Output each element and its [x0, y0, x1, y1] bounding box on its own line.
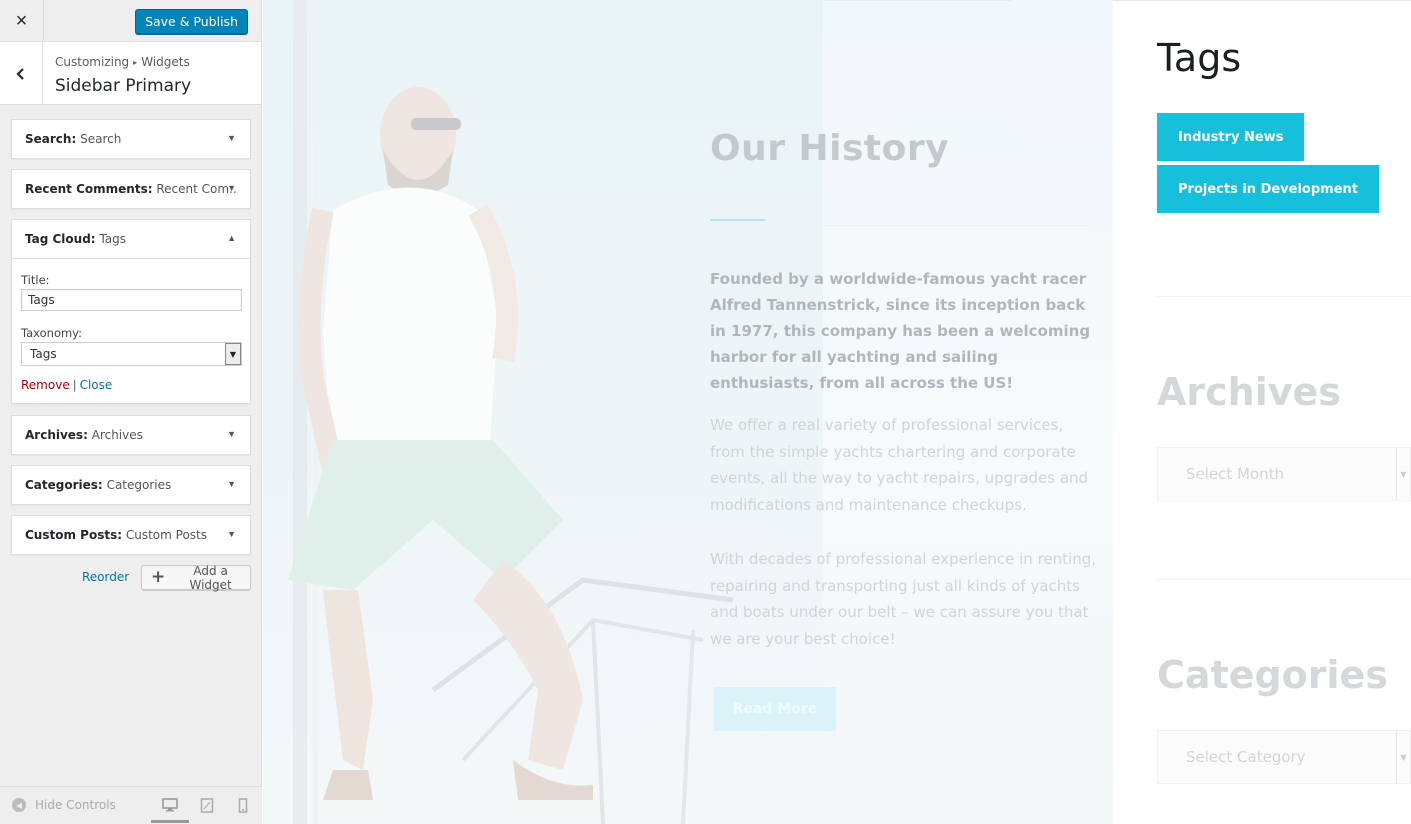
add-widget-label: Add a Widget [189, 563, 232, 592]
collapse-arrow-icon[interactable]: ▲ [227, 233, 236, 243]
widget-type: Custom Posts: [25, 528, 123, 542]
dropdown-arrow-icon: ▼ [1396, 731, 1410, 783]
history-lead-text: Founded by a worldwide-famous yacht race… [710, 270, 1091, 392]
archives-select[interactable]: Select Month ▼ [1157, 447, 1411, 501]
widget-search: Search: Search ▼ [11, 119, 251, 159]
widget-header[interactable]: Recent Comments: Recent Com... ▼ [12, 170, 250, 208]
site-sidebar: Tags Industry News Projects in Developme… [1113, 0, 1411, 824]
history-paragraph-2: With decades of professional experience … [710, 550, 1096, 648]
title-accent-bar [710, 219, 765, 221]
archives-widget-title: Archives [1157, 370, 1341, 414]
close-link[interactable]: Close [80, 378, 113, 392]
add-widget-button[interactable]: + Add a Widget [141, 563, 251, 592]
close-icon[interactable]: × [0, 0, 44, 42]
breadcrumb-current: Widgets [141, 55, 190, 69]
tag-projects-in-development[interactable]: Projects in Development [1157, 165, 1379, 213]
mobile-preview-icon[interactable] [233, 795, 253, 815]
widget-type: Recent Comments: [25, 182, 153, 196]
widget-title: Search [80, 132, 122, 146]
remove-link[interactable]: Remove [21, 378, 70, 392]
widget-header[interactable]: Tag Cloud: Tags ▲ [12, 220, 250, 258]
history-section: Our History Founded by a worldwide-famou… [710, 128, 1100, 731]
categories-select-value: Select Category [1186, 748, 1306, 766]
taxonomy-label: Taxonomy: [21, 326, 83, 340]
history-title: Our History [710, 128, 950, 169]
customizer-header: × Save & Publish [0, 0, 261, 42]
widget-type: Archives: [25, 428, 88, 442]
expand-arrow-icon[interactable]: ▼ [227, 479, 236, 489]
hide-controls-button[interactable]: ◀ Hide Controls [12, 798, 116, 812]
sidebar-divider [1157, 579, 1411, 580]
widget-archives: Archives: Archives ▼ [11, 415, 251, 455]
widget-header[interactable]: Search: Search ▼ [12, 120, 250, 158]
widget-title: Custom Posts [125, 528, 207, 542]
section-title: Sidebar Primary [55, 76, 192, 96]
widget-title: Archives [91, 428, 143, 442]
history-hero: Our History Founded by a worldwide-famou… [263, 0, 1113, 824]
hide-controls-label: Hide Controls [35, 798, 116, 812]
title-input[interactable] [21, 289, 242, 311]
tags-widget-title: Tags [1157, 36, 1242, 80]
tablet-preview-icon[interactable] [197, 795, 217, 815]
widget-type: Tag Cloud: [25, 232, 96, 246]
widget-recent-comments: Recent Comments: Recent Com... ▼ [11, 169, 251, 209]
widget-header[interactable]: Archives: Archives ▼ [12, 416, 250, 454]
widget-type: Search: [25, 132, 77, 146]
collapse-circle-icon: ◀ [12, 798, 26, 812]
sidebar-top-line [1113, 0, 1411, 1]
widget-categories: Categories: Categories ▼ [11, 465, 251, 505]
plus-icon: + [151, 567, 166, 587]
breadcrumb-root: Customizing [55, 55, 130, 69]
widget-area-actions: Reorder + Add a Widget [0, 563, 262, 592]
dropdown-arrow-icon[interactable]: ▼ [225, 343, 241, 365]
archives-select-value: Select Month [1186, 465, 1285, 483]
history-paragraph-1: We offer a real variety of professional … [710, 416, 1089, 514]
widget-header[interactable]: Custom Posts: Custom Posts ▼ [12, 516, 250, 554]
categories-widget-title: Categories [1157, 653, 1388, 697]
reorder-link[interactable]: Reorder [82, 570, 129, 584]
customizer-panel: × Save & Publish Customizing ▸ Widgets Sid… [0, 0, 262, 824]
expand-arrow-icon[interactable]: ▼ [227, 429, 236, 439]
widget-tag-cloud: Tag Cloud: Tags ▲ Title: Taxonomy: Tags … [11, 219, 251, 404]
site-preview: Our History Founded by a worldwide-famou… [263, 0, 1411, 824]
sidebar-divider [1157, 296, 1411, 297]
title-underline-track [765, 225, 1090, 226]
taxonomy-select[interactable]: Tags ▼ [21, 342, 242, 366]
widget-title: Categories [106, 478, 172, 492]
widget-title: Tags [99, 232, 127, 246]
widget-actions: Remove | Close [21, 378, 241, 392]
expand-arrow-icon[interactable]: ▼ [227, 529, 236, 539]
categories-select[interactable]: Select Category ▼ [1157, 730, 1411, 784]
section-header: Customizing ▸ Widgets Sidebar Primary [0, 42, 261, 105]
expand-arrow-icon[interactable]: ▼ [227, 183, 236, 193]
widget-header[interactable]: Categories: Categories ▼ [12, 466, 250, 504]
widget-title: Recent Com... [156, 182, 237, 196]
breadcrumb: Customizing ▸ Widgets [55, 55, 190, 69]
save-publish-button[interactable]: Save & Publish [135, 9, 248, 34]
back-chevron-icon[interactable] [0, 42, 43, 105]
read-more-button[interactable]: Read More [714, 687, 836, 731]
breadcrumb-separator-icon: ▸ [133, 58, 138, 67]
action-divider: | [72, 378, 77, 392]
desktop-preview-icon[interactable] [151, 795, 189, 823]
customizer-footer: ◀ Hide Controls [0, 786, 262, 824]
taxonomy-selected-value: Tags [30, 347, 57, 361]
widget-type: Categories: [25, 478, 103, 492]
widget-form: Title: Taxonomy: Tags ▼ Remove|Close [12, 258, 250, 403]
widget-custom-posts: Custom Posts: Custom Posts ▼ [11, 515, 251, 555]
expand-arrow-icon[interactable]: ▼ [227, 133, 236, 143]
title-label: Title: [21, 273, 50, 287]
tag-industry-news[interactable]: Industry News [1157, 113, 1305, 161]
dropdown-arrow-icon: ▼ [1396, 448, 1410, 500]
